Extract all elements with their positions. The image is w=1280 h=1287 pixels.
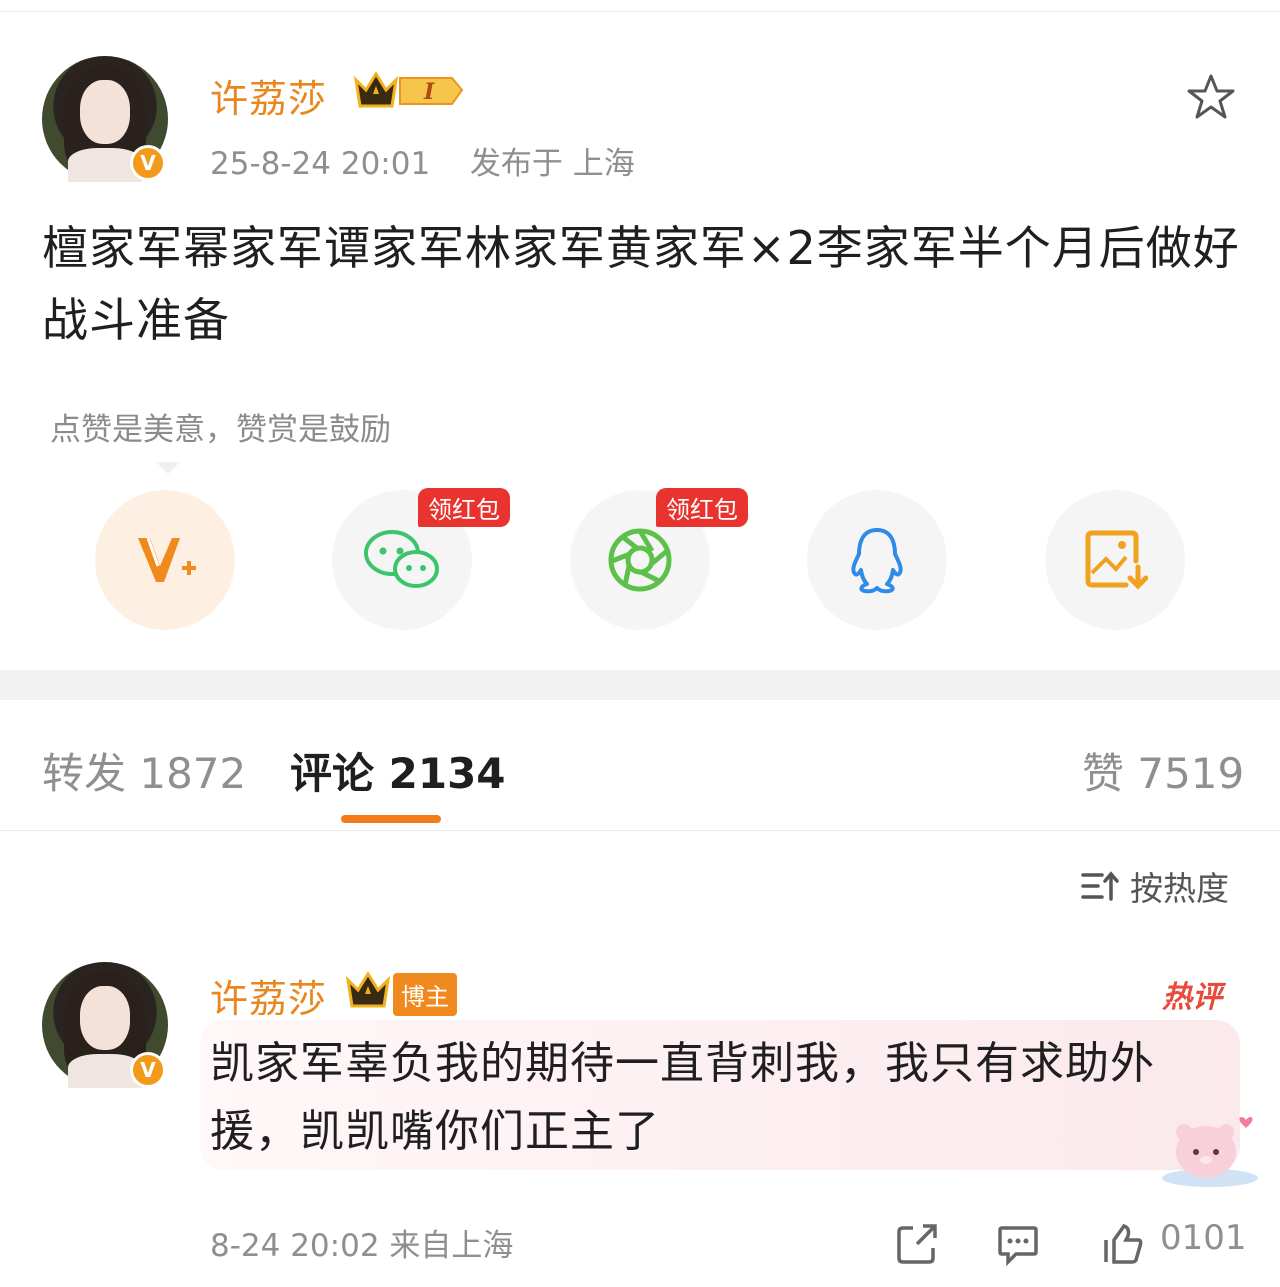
tip-arrow — [156, 462, 180, 474]
commenter-crown-icon — [345, 971, 391, 1008]
redpacket-tag-moments[interactable]: 领红包 — [656, 488, 748, 527]
comment-meta: 8-24 20:02 来自上海 — [210, 1228, 514, 1264]
comment-text: 凯家军辜负我的期待一直背刺我，我只有求助外援，凯凯嘴你们正主了 — [210, 1038, 1155, 1157]
tab-likes[interactable]: 赞 7519 — [1082, 740, 1244, 801]
sort-by-hot-button[interactable]: 按热度 — [1080, 862, 1229, 910]
tabs-divider — [0, 830, 1280, 831]
blogger-tag: 博主 — [393, 973, 457, 1016]
sort-label: 按热度 — [1130, 869, 1229, 908]
save-image-icon — [1085, 530, 1148, 590]
commenter-verified-badge: V — [130, 1052, 166, 1088]
tab-repost[interactable]: 转发 1872 — [42, 740, 246, 801]
share-vplus-button[interactable] — [95, 490, 235, 630]
comment-like-count: 0101 — [1160, 1218, 1247, 1258]
share-comment-icon[interactable] — [895, 1222, 939, 1266]
section-divider — [0, 670, 1280, 700]
share-qq-button[interactable] — [807, 490, 947, 630]
vplus-icon — [138, 537, 196, 582]
hot-comment-badge: 热评 — [1162, 980, 1222, 1015]
post-meta: 25-8-24 20:01 发布于 上海 — [210, 138, 635, 183]
moments-icon — [608, 528, 672, 592]
share-save-image-button[interactable] — [1045, 490, 1185, 630]
member-crown-icon[interactable]: I — [352, 68, 468, 112]
wechat-icon — [364, 530, 439, 588]
tab-comments[interactable]: 评论 2134 — [290, 740, 506, 801]
qq-icon — [851, 528, 903, 594]
favorite-star-icon[interactable] — [1185, 72, 1237, 124]
post-timestamp: 25-8-24 20:01 — [210, 146, 431, 182]
author-name[interactable]: 许荔莎 — [210, 68, 327, 123]
verified-badge: V — [130, 145, 166, 181]
post-text: 檀家军幂家军谭家军林家军黄家军×2李家军半个月后做好战斗准备 — [42, 221, 1240, 347]
like-comment-icon[interactable] — [1100, 1222, 1144, 1266]
bear-sticker-icon — [1162, 1117, 1258, 1187]
reply-comment-icon[interactable] — [996, 1222, 1040, 1266]
sort-icon — [1081, 871, 1119, 901]
commenter-name[interactable]: 许荔莎 — [210, 968, 327, 1023]
top-divider — [0, 0, 1280, 12]
active-tab-indicator — [341, 815, 441, 823]
redpacket-tag-wechat[interactable]: 领红包 — [418, 488, 510, 527]
reward-tip: 点赞是美意，赞赏是鼓励 — [50, 412, 391, 448]
level-badge-text: I — [423, 79, 435, 105]
post-location: 发布于 上海 — [469, 146, 635, 182]
